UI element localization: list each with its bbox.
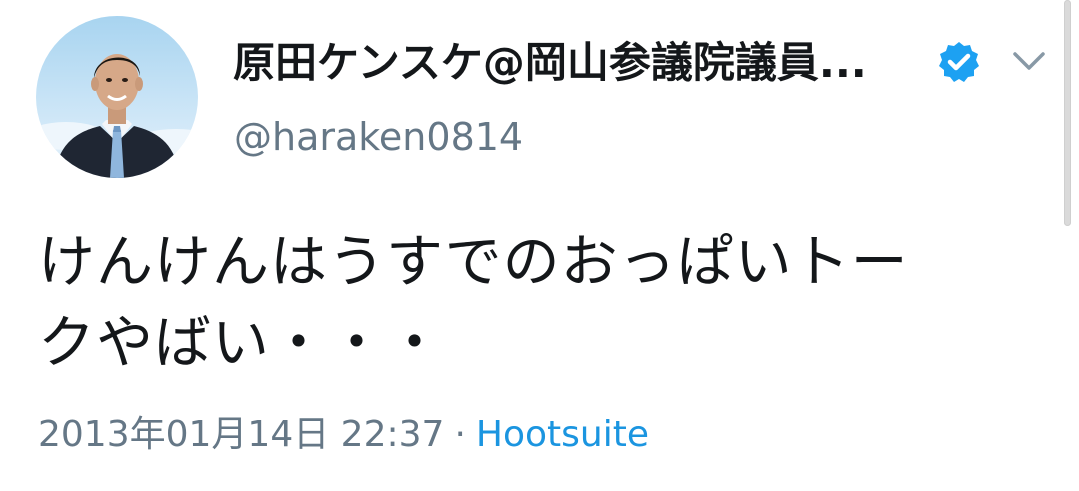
meta-separator: · — [454, 414, 466, 455]
verified-badge-icon — [937, 40, 981, 84]
avatar[interactable] — [36, 16, 198, 178]
chevron-down-icon[interactable] — [1010, 44, 1048, 78]
scrollbar[interactable] — [1064, 0, 1071, 226]
tweet-text-line-1: けんけんはうすでのおっぱいトー — [38, 229, 909, 295]
user-handle[interactable]: @haraken0814 — [234, 113, 523, 161]
display-name[interactable]: 原田ケンスケ@岡山参議院議員... — [233, 36, 923, 90]
timestamp[interactable]: 2013年01月14日 22:37 — [38, 414, 444, 455]
source-link[interactable]: Hootsuite — [476, 414, 649, 455]
tweet-meta: 2013年01月14日 22:37 · Hootsuite — [38, 412, 649, 458]
tweet-text: けんけんはうすでのおっぱいトー クやばい・・・ — [38, 222, 1038, 384]
avatar-image — [36, 16, 198, 178]
tweet-card: 原田ケンスケ@岡山参議院議員... @haraken0814 けんけんはうすでの… — [0, 0, 1079, 491]
tweet-text-line-2: クやばい・・・ — [38, 310, 444, 376]
